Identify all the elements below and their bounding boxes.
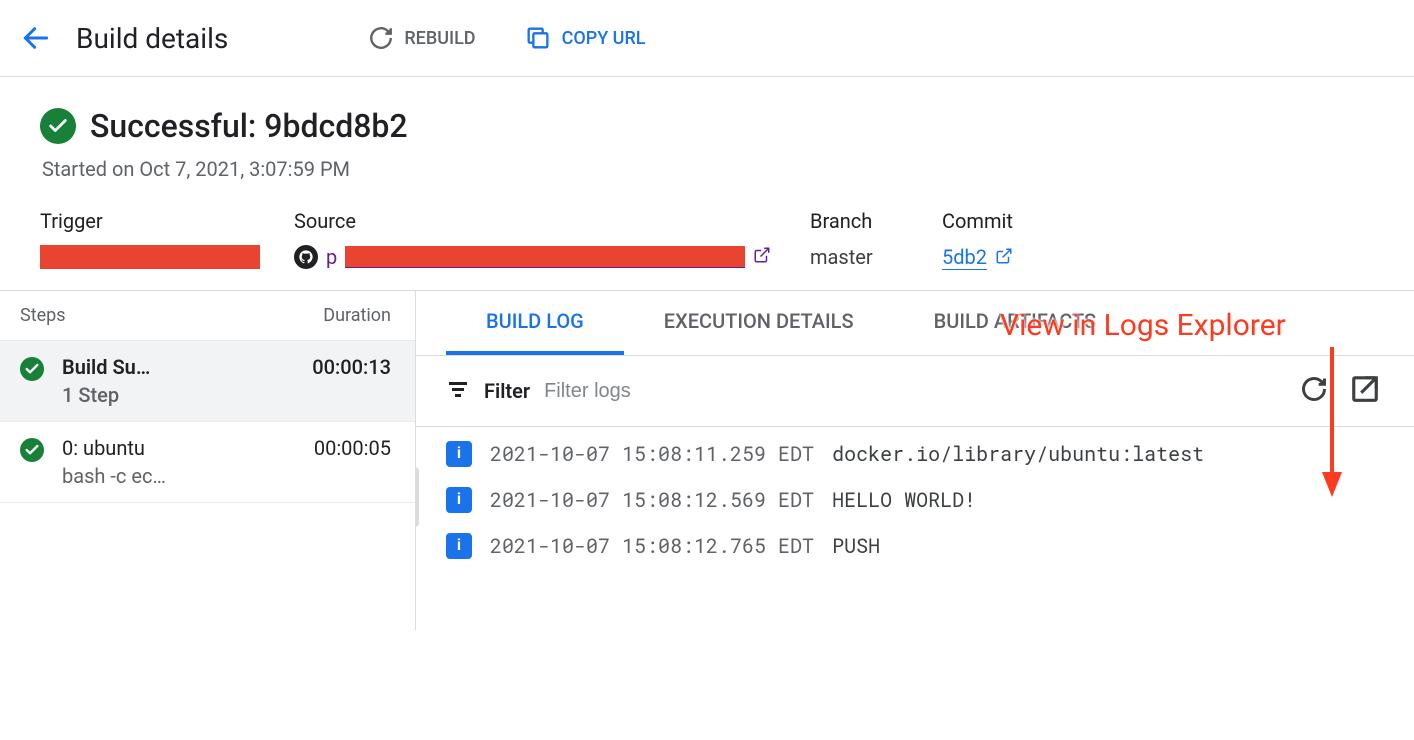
- log-timestamp: 2021-10-07 15:08:12.569 EDT: [490, 487, 814, 513]
- steps-panel: Steps Duration Build Su… 1 Step 00:00:13…: [0, 291, 416, 630]
- info-badge-icon: i: [446, 533, 472, 559]
- step-title: 0: ubuntu: [62, 436, 296, 460]
- log-message: PUSH: [832, 533, 880, 559]
- github-icon: [294, 245, 318, 269]
- status-section: Successful: 9bdcd8b2 Started on Oct 7, 2…: [0, 77, 1414, 290]
- filter-input[interactable]: [544, 380, 1282, 403]
- log-line: i 2021-10-07 15:08:12.569 EDT HELLO WORL…: [446, 487, 1384, 513]
- duration-header-label: Duration: [323, 305, 391, 326]
- source-value-redacted[interactable]: [345, 246, 745, 268]
- step-row[interactable]: 0: ubuntu bash -c ec… 00:00:05: [0, 422, 415, 503]
- log-timestamp: 2021-10-07 15:08:11.259 EDT: [490, 441, 814, 467]
- branch-value: master: [810, 245, 942, 269]
- log-line: i 2021-10-07 15:08:12.765 EDT PUSH: [446, 533, 1384, 559]
- success-check-icon: [40, 108, 76, 144]
- log-line: i 2021-10-07 15:08:11.259 EDT docker.io/…: [446, 441, 1384, 467]
- copy-url-label: COPY URL: [562, 28, 646, 49]
- build-summary-row[interactable]: Build Su… 1 Step 00:00:13: [0, 341, 415, 422]
- info-badge-icon: i: [446, 441, 472, 467]
- copy-url-button[interactable]: COPY URL: [512, 16, 658, 60]
- filter-label: Filter: [484, 379, 530, 403]
- trigger-value-redacted: [40, 245, 260, 269]
- steps-header-label: Steps: [20, 305, 66, 326]
- commit-label: Commit: [942, 209, 1122, 233]
- build-summary-title: Build Su…: [62, 355, 294, 379]
- step-sub: bash -c ec…: [62, 464, 296, 488]
- status-title: Successful: 9bdcd8b2: [90, 107, 408, 145]
- branch-label: Branch: [810, 209, 942, 233]
- info-badge-icon: i: [446, 487, 472, 513]
- tab-build-log[interactable]: BUILD LOG: [446, 291, 624, 355]
- page-title: Build details: [76, 22, 228, 55]
- step-duration: 00:00:05: [314, 436, 391, 460]
- build-summary-sub: 1 Step: [62, 383, 294, 407]
- success-check-icon: [20, 357, 44, 381]
- filter-icon[interactable]: [446, 377, 470, 405]
- external-link-icon[interactable]: [753, 245, 771, 269]
- header-bar: Build details REBUILD COPY URL: [0, 0, 1414, 77]
- rebuild-label: REBUILD: [404, 28, 475, 49]
- tab-execution-details[interactable]: EXECUTION DETAILS: [624, 291, 894, 355]
- started-on-text: Started on Oct 7, 2021, 3:07:59 PM: [42, 157, 1374, 181]
- commit-link[interactable]: 5db2: [942, 245, 987, 270]
- success-check-icon: [20, 438, 44, 462]
- scrollbar[interactable]: [416, 467, 419, 527]
- log-timestamp: 2021-10-07 15:08:12.765 EDT: [490, 533, 814, 559]
- build-summary-duration: 00:00:13: [312, 355, 391, 379]
- source-label: Source: [294, 209, 810, 233]
- log-message: docker.io/library/ubuntu:latest: [832, 441, 1204, 467]
- annotation-label: View in Logs Explorer: [1000, 308, 1286, 343]
- rebuild-button[interactable]: REBUILD: [356, 17, 487, 59]
- external-link-icon[interactable]: [995, 246, 1013, 270]
- back-arrow-icon[interactable]: [20, 22, 52, 54]
- log-message: HELLO WORLD!: [832, 487, 976, 513]
- trigger-label: Trigger: [40, 209, 294, 233]
- source-link-prefix[interactable]: p: [326, 245, 337, 269]
